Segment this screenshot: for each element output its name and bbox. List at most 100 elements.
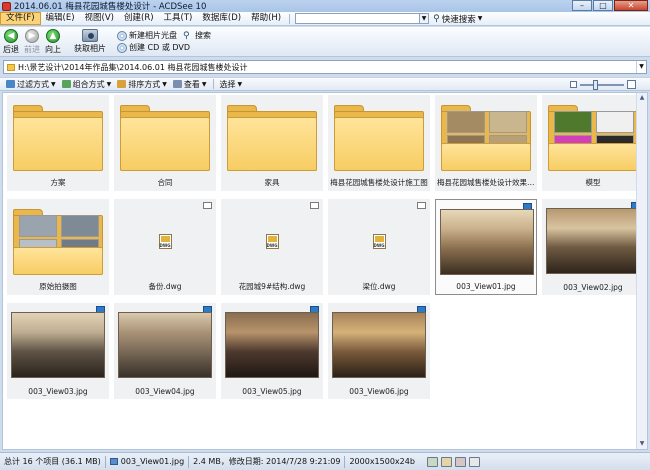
thumbnail-item[interactable]: 003_View01.jpg [435,199,537,295]
label-icon[interactable] [440,456,452,467]
dwg-icon: DWG [372,233,386,249]
quick-search-dropdown-icon[interactable]: ▼ [420,13,430,24]
status-filename: 003_View01.jpg [120,457,185,466]
forward-label: 前进 [24,45,40,54]
minimize-button[interactable]: – [572,0,592,11]
menu-tools[interactable]: 工具(T) [159,12,198,25]
interior-photo [332,312,426,378]
thumbnail-item[interactable]: 003_View04.jpg [114,303,216,399]
tag-icon[interactable] [454,456,466,467]
folder-graphic [227,103,317,171]
thumbnail-item[interactable]: 003_View06.jpg [328,303,430,399]
menu-help[interactable]: 帮助(H) [246,12,286,25]
camera-icon [82,29,98,42]
thumbnail-caption: 003_View03.jpg [28,387,88,396]
sort-label: 排序方式 [128,79,161,89]
quick-search-button[interactable]: ⚲ 快速搜索 ▼ [433,13,482,25]
filter-label: 过滤方式 [17,79,49,89]
interior-photo [11,312,105,378]
folder-graphic [548,103,638,171]
menu-edit[interactable]: 编辑(E) [41,12,80,25]
acquire-photos-label: 获取相片 [74,44,106,53]
menu-database[interactable]: 数据库(D) [197,12,246,25]
view-mode-button[interactable]: 查看 ▼ [172,79,207,90]
image-thumbnail [440,204,534,280]
thumbnail-item[interactable]: 003_View02.jpg [542,199,644,295]
maximize-button[interactable]: □ [593,0,613,11]
thumbnail-item[interactable]: 原始拍摄图 [7,199,109,295]
thumbnail-item[interactable]: 模型 [542,95,644,191]
address-bar[interactable]: H:\景艺设计\2014年作品集\2014.06.01 梅县花园城售楼处设计 ▼ [3,60,647,74]
dwg-file-icon: DWG [225,203,319,279]
thumbnail-item[interactable]: DWG 梁位.dwg [328,199,430,295]
thumbnail-item[interactable]: DWG 备份.dwg [114,199,216,295]
zoom-slider-thumb[interactable] [593,79,599,90]
quick-search-label: 快速搜索 [441,14,476,25]
create-cd-dvd-button[interactable]: 创建 CD 或 DVD [117,42,190,53]
rating-icon[interactable] [426,456,438,467]
chevron-down-icon: ▼ [477,15,483,22]
acdsee-app-icon [2,1,11,11]
forward-button[interactable]: ▶ 前进 [24,29,40,55]
search-button[interactable]: ⚲ 搜索 [183,30,211,41]
info-icon[interactable] [468,456,480,467]
thumbnail-caption: 003_View06.jpg [349,387,409,396]
acquire-photos-button[interactable]: 获取相片 [74,29,106,54]
thumbnail-item[interactable]: 梅县花园城售楼处设计效果图（... [435,95,537,191]
thumbnail-caption: 模型 [585,178,601,187]
thumbnail-item[interactable]: 梅县花园城售楼处设计施工图 [328,95,430,191]
scroll-up-icon[interactable]: ▲ [637,93,647,103]
thumbnail-item[interactable]: 003_View05.jpg [221,303,323,399]
back-button[interactable]: ◀ 后退 [3,29,19,55]
create-cd-dvd-label: 创建 CD 或 DVD [129,43,191,52]
search-icon: ⚲ [183,30,190,41]
menu-view[interactable]: 视图(V) [80,12,119,25]
zoom-in-icon[interactable] [627,80,636,89]
group-label: 组合方式 [72,79,105,89]
back-arrow-icon: ◀ [4,29,18,43]
address-dropdown-icon[interactable]: ▼ [636,61,646,73]
interior-photo [118,312,212,378]
zoom-slider[interactable] [580,79,624,90]
folder-icon [7,63,15,71]
zoom-out-icon[interactable] [570,81,577,88]
thumbnail-item[interactable]: 方案 [7,95,109,191]
new-photo-disc-button[interactable]: 新建相片光盘 [117,30,177,41]
folder-icon [332,99,426,175]
thumbnail-caption: 花园城9#结构.dwg [238,282,306,291]
title-bar: 2014.06.01 梅县花园城售楼处设计 - ACDSee 10 – □ ✕ [0,0,650,12]
scroll-down-icon[interactable]: ▼ [637,439,647,449]
quick-search-input[interactable] [295,13,421,24]
image-thumbnail [118,307,212,383]
chevron-down-icon: ▼ [51,80,56,88]
folder-icon [11,203,105,279]
menu-file[interactable]: 文件(F) [0,12,41,25]
close-button[interactable]: ✕ [614,0,648,11]
select-button[interactable]: 选择 ▼ [220,79,243,90]
back-label: 后退 [3,45,19,54]
thumbnail-item[interactable]: DWG 花园城9#结构.dwg [221,199,323,295]
filter-button[interactable]: 过滤方式 ▼ [6,79,56,90]
thumbnail-caption: 003_View04.jpg [135,387,195,396]
dwg-icon: DWG [158,233,172,249]
thumbnail-caption: 梁位.dwg [362,282,396,291]
thumbnail-item[interactable]: 003_View03.jpg [7,303,109,399]
thumbnail-item[interactable]: 合同 [114,95,216,191]
disc-icon [117,30,127,41]
vertical-scrollbar[interactable]: ▲ ▼ [636,93,647,449]
sort-button[interactable]: 排序方式 ▼ [117,79,167,90]
menu-bar: 文件(F) 编辑(E) 视图(V) 创建(R) 工具(T) 数据库(D) 帮助(… [0,12,650,26]
menu-create[interactable]: 创建(R) [119,12,159,25]
up-button[interactable]: ▲ 向上 [45,29,61,55]
search-label: 搜索 [195,31,211,40]
status-bar: 总计 16 个项目 (36.1 MB) 003_View01.jpg 2.4 M… [0,452,650,470]
thumbnail-caption: 003_View05.jpg [242,387,302,396]
up-label: 向上 [45,45,61,54]
image-file-icon [109,458,118,465]
thumbnail-item[interactable]: 家具 [221,95,323,191]
group-button[interactable]: 组合方式 ▼ [61,79,111,90]
folder-icon [439,99,533,175]
interior-photo [440,209,534,275]
image-thumbnail [546,203,640,279]
menu-separator [289,13,291,24]
